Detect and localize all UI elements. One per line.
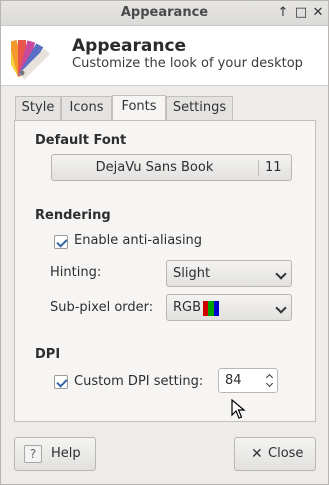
rgb-subpixel-icon [203, 301, 219, 316]
hinting-label: Hinting: [50, 265, 102, 280]
custom-dpi-checkbox[interactable] [54, 375, 68, 389]
dpi-spinbutton[interactable]: 84 [218, 368, 278, 393]
subpixel-label: Sub-pixel order: [50, 300, 154, 315]
help-icon: ? [24, 445, 42, 463]
dpi-heading: DPI [35, 347, 61, 362]
close-icon[interactable]: ✕ [311, 5, 325, 21]
appearance-window: Appearance ↑ □ ✕ Appearance Customize th… [0, 0, 329, 485]
close-button[interactable]: ✕ Close [234, 437, 316, 471]
chevron-down-icon [275, 268, 287, 280]
tab-style[interactable]: Style [15, 96, 61, 121]
font-chooser-button[interactable]: DejaVu Sans Book 11 [51, 154, 292, 181]
subpixel-value: RGB [173, 300, 202, 315]
spin-down-icon[interactable] [265, 379, 274, 390]
header-subtitle: Customize the look of your desktop [72, 56, 303, 71]
fonts-panel: Default Font DejaVu Sans Book 11 Renderi… [14, 120, 316, 422]
antialias-checkbox[interactable] [54, 235, 68, 249]
close-icon: ✕ [251, 446, 263, 462]
chevron-down-icon [275, 302, 287, 314]
hinting-value: Slight [173, 266, 211, 281]
tab-fonts[interactable]: Fonts [112, 95, 166, 121]
maximize-icon[interactable]: □ [294, 5, 308, 21]
dpi-value: 84 [225, 373, 242, 388]
tab-settings[interactable]: Settings [166, 96, 233, 121]
help-label: Help [51, 446, 81, 461]
header-title: Appearance [72, 36, 187, 56]
arrow-up-icon[interactable]: ↑ [276, 5, 290, 21]
antialias-label: Enable anti-aliasing [74, 233, 203, 248]
rendering-heading: Rendering [35, 208, 111, 223]
font-name: DejaVu Sans Book [95, 160, 214, 175]
title-bar[interactable]: Appearance ↑ □ ✕ [1, 1, 328, 26]
dialog-header: Appearance Customize the look of your de… [1, 26, 328, 86]
mouse-pointer-icon [231, 399, 246, 419]
tab-icons[interactable]: Icons [61, 96, 112, 121]
custom-dpi-label: Custom DPI setting: [74, 374, 204, 389]
help-button[interactable]: ? Help [14, 437, 96, 471]
font-size: 11 [265, 160, 282, 175]
close-label: Close [268, 446, 304, 461]
font-separator [258, 160, 259, 176]
default-font-heading: Default Font [35, 133, 127, 148]
subpixel-select[interactable]: RGB [166, 294, 292, 321]
hinting-select[interactable]: Slight [166, 260, 292, 287]
color-swatches-icon [11, 39, 50, 80]
